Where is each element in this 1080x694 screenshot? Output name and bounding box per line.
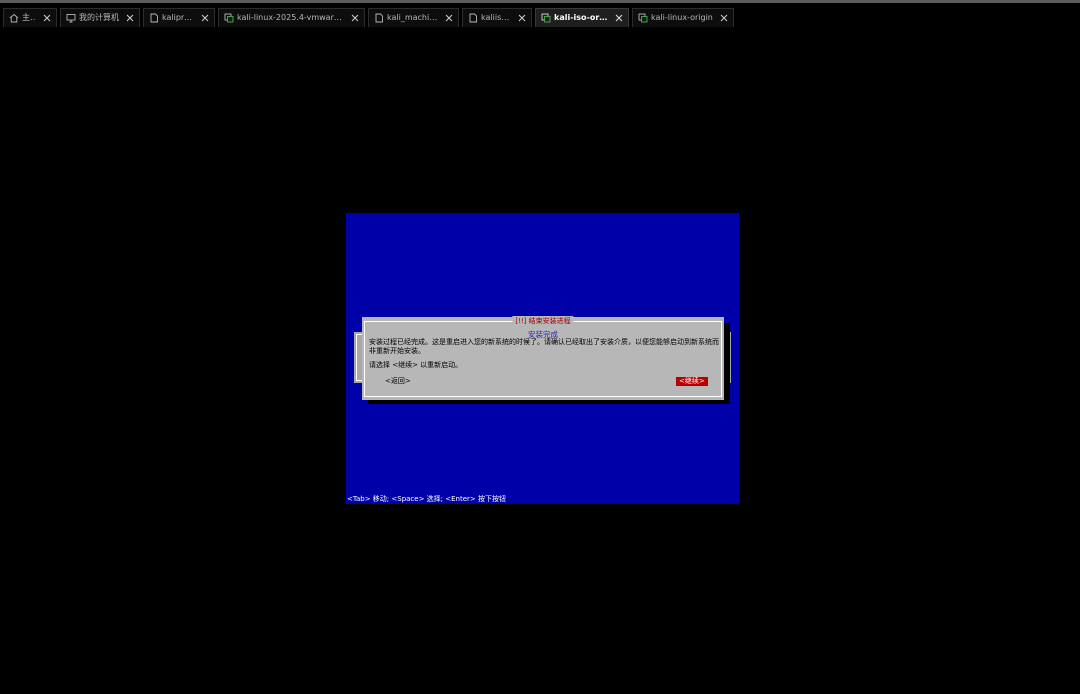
- vm-icon: [638, 13, 648, 23]
- tab-my-computer[interactable]: 我的计算机: [60, 8, 140, 27]
- dialog-message: 安装过程已经完成。这是重启进入您的新系统的时候了。请确认已经取出了安装介质，以便…: [369, 338, 719, 355]
- document-icon: [375, 13, 383, 23]
- tab-kali-linux-vmware[interactable]: kali-linux-2025.4-vmware-am...: [218, 8, 365, 27]
- computer-icon: [66, 14, 76, 23]
- close-icon[interactable]: [444, 13, 454, 23]
- close-icon[interactable]: [517, 13, 527, 23]
- home-icon: [9, 13, 19, 23]
- window-top-border: [0, 0, 1080, 3]
- document-icon: [469, 13, 477, 23]
- tab-label: kali_machine: [387, 13, 438, 22]
- tab-bar: 主页 我的计算机 kalipreV: [0, 5, 1080, 27]
- vm-icon: [224, 13, 234, 23]
- tab-label: kali-iso-origin: [554, 13, 608, 22]
- dialog-title: [!!] 结束安装进程: [512, 316, 574, 326]
- close-icon[interactable]: [719, 13, 729, 23]
- keyboard-help-line: <Tab> 移动; <Space> 选择; <Enter> 按下按钮: [347, 495, 507, 503]
- finish-installation-dialog: [!!] 结束安装进程 安装完成 安装过程已经完成。这是重启进入您的新系统的时候…: [362, 316, 724, 400]
- vm-console-screen[interactable]: [!!] 结束安装进程 安装完成 安装过程已经完成。这是重启进入您的新系统的时候…: [346, 213, 739, 504]
- tab-kali-iso-origin[interactable]: kali-iso-origin: [535, 8, 629, 27]
- dialog-prompt: 请选择 <继续> 以重新启动。: [369, 361, 463, 369]
- document-icon: [150, 13, 158, 23]
- tab-label: kali-linux-2025.4-vmware-am...: [237, 13, 344, 22]
- close-icon[interactable]: [42, 13, 52, 23]
- tab-kaliisoV[interactable]: kaliisoV: [462, 8, 532, 27]
- tab-home[interactable]: 主页: [3, 8, 57, 27]
- tab-label: kalipreV: [162, 13, 194, 22]
- tab-kali-linux-origin[interactable]: kali-linux-origin: [632, 8, 734, 27]
- continue-button[interactable]: <继续>: [676, 377, 708, 386]
- tab-kali-machine[interactable]: kali_machine: [368, 8, 459, 27]
- tab-label: kaliisoV: [481, 13, 511, 22]
- vmware-window: 主页 我的计算机 kalipreV: [0, 0, 1080, 694]
- back-button[interactable]: <返回>: [385, 377, 411, 386]
- close-icon[interactable]: [200, 13, 210, 23]
- close-icon[interactable]: [125, 13, 135, 23]
- close-icon[interactable]: [614, 13, 624, 23]
- close-icon[interactable]: [350, 13, 360, 23]
- tab-kalipreV[interactable]: kalipreV: [143, 8, 215, 27]
- vm-icon: [541, 13, 551, 23]
- tab-label: kali-linux-origin: [651, 13, 713, 22]
- tab-label: 我的计算机: [79, 13, 119, 22]
- tab-label: 主页: [22, 13, 36, 22]
